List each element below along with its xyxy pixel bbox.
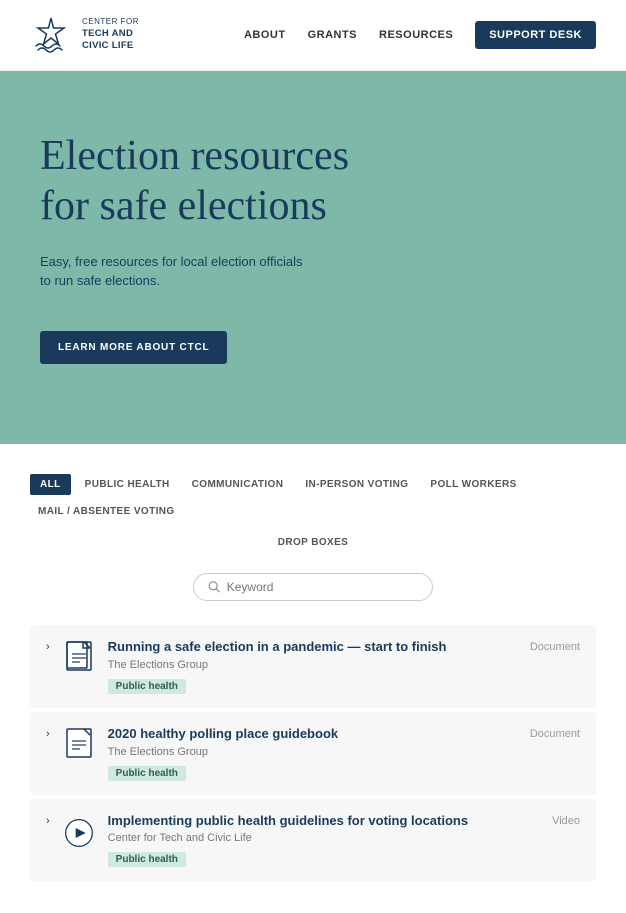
learn-more-button[interactable]: LEARN MORE ABOUT CTCL bbox=[40, 331, 227, 364]
search-input[interactable] bbox=[227, 580, 418, 594]
logo: CENTER FOR TECH AND CIVIC LIFE bbox=[30, 14, 139, 56]
main-nav: ABOUT GRANTS RESOURCES SUPPORT DESK bbox=[244, 21, 596, 49]
resource-type: Document bbox=[530, 639, 580, 653]
hero-section: Election resources for safe elections Ea… bbox=[0, 71, 626, 444]
resource-type: Video bbox=[552, 813, 580, 827]
resource-tag: Public health bbox=[108, 766, 186, 781]
logo-icon bbox=[30, 14, 72, 56]
search-area bbox=[30, 573, 596, 601]
resource-title: Running a safe election in a pandemic — … bbox=[108, 639, 518, 656]
hero-title: Election resources for safe elections bbox=[40, 131, 380, 232]
filter-tabs-row1: ALL PUBLIC HEALTH COMMUNICATION IN-PERSO… bbox=[30, 474, 596, 522]
nav-grants[interactable]: GRANTS bbox=[308, 29, 357, 41]
site-header: CENTER FOR TECH AND CIVIC LIFE ABOUT GRA… bbox=[0, 0, 626, 71]
resource-item: › 2020 healthy polling place guidebook T… bbox=[30, 712, 596, 795]
resources-list: › Running a safe election in a pandemic … bbox=[0, 625, 626, 913]
expand-button[interactable]: › bbox=[46, 813, 50, 827]
filter-tab-public-health[interactable]: PUBLIC HEALTH bbox=[77, 474, 178, 495]
expand-button[interactable]: › bbox=[46, 639, 50, 653]
resource-tag: Public health bbox=[108, 679, 186, 694]
expand-button[interactable]: › bbox=[46, 726, 50, 740]
resource-tag: Public health bbox=[108, 852, 186, 867]
filter-tab-poll-workers[interactable]: POLL WORKERS bbox=[422, 474, 524, 495]
filter-tab-in-person-voting[interactable]: IN-PERSON VOTING bbox=[297, 474, 416, 495]
nav-resources[interactable]: RESOURCES bbox=[379, 29, 453, 41]
resource-content: Implementing public health guidelines fo… bbox=[108, 813, 540, 868]
resource-content: 2020 healthy polling place guidebook The… bbox=[108, 726, 518, 781]
resource-source: The Elections Group bbox=[108, 659, 518, 671]
filter-tab-communication[interactable]: COMMUNICATION bbox=[184, 474, 292, 495]
search-box bbox=[193, 573, 433, 601]
search-icon bbox=[208, 580, 221, 594]
filter-tabs-row2: DROP BOXES bbox=[30, 532, 596, 553]
resource-source: The Elections Group bbox=[108, 746, 518, 758]
resource-type: Document bbox=[530, 726, 580, 740]
hero-subtitle: Easy, free resources for local election … bbox=[40, 252, 310, 291]
nav-about[interactable]: ABOUT bbox=[244, 29, 286, 41]
resource-content: Running a safe election in a pandemic — … bbox=[108, 639, 518, 694]
resource-icon-document bbox=[62, 639, 96, 679]
filter-tab-mail-absentee[interactable]: MAIL / ABSENTEE VOTING bbox=[30, 501, 183, 522]
resource-item: › Implementing public health guidelines … bbox=[30, 799, 596, 882]
nav-support-desk[interactable]: SUPPORT DESK bbox=[475, 21, 596, 49]
resource-source: Center for Tech and Civic Life bbox=[108, 832, 540, 844]
filter-section: ALL PUBLIC HEALTH COMMUNICATION IN-PERSO… bbox=[0, 444, 626, 601]
resource-icon-document bbox=[62, 726, 96, 766]
resource-item: › Running a safe election in a pandemic … bbox=[30, 625, 596, 708]
resource-icon-video bbox=[62, 813, 96, 853]
filter-tab-all[interactable]: ALL bbox=[30, 474, 71, 495]
resource-title: 2020 healthy polling place guidebook bbox=[108, 726, 518, 743]
resource-title: Implementing public health guidelines fo… bbox=[108, 813, 540, 830]
logo-text: CENTER FOR TECH AND CIVIC LIFE bbox=[82, 17, 139, 52]
filter-tab-drop-boxes[interactable]: DROP BOXES bbox=[270, 532, 357, 553]
